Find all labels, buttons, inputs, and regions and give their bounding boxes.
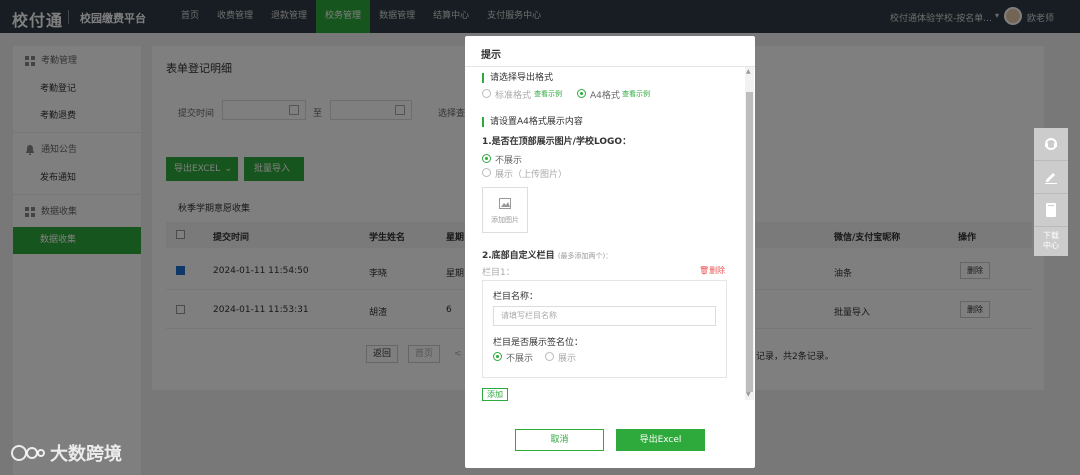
sign-hide-radio[interactable] bbox=[493, 352, 502, 361]
watermark-text: 大数跨境 bbox=[50, 444, 122, 465]
question-custom-columns-label: 2.底部自定义栏目 bbox=[482, 251, 555, 261]
logo-show-radio[interactable] bbox=[482, 168, 491, 177]
dialog-title: 提示 bbox=[481, 50, 501, 61]
export-dialog: 提示 请选择导出格式 标准格式 查看示例 A4格式 查看示例 请设置A4格式展示… bbox=[465, 36, 755, 468]
trash-icon: 🗑 bbox=[699, 266, 710, 275]
format-standard-radio[interactable] bbox=[482, 89, 491, 98]
show-sign-label: 栏目是否展示签名位： bbox=[493, 338, 584, 348]
sign-show-radio[interactable] bbox=[545, 352, 554, 361]
document-icon[interactable] bbox=[1034, 194, 1068, 227]
scroll-down-icon[interactable]: ▼ bbox=[746, 391, 751, 398]
question-custom-columns: 2.底部自定义栏目 (最多添加两个)： bbox=[482, 248, 612, 261]
dialog-scrollbar[interactable]: ▲ ▼ bbox=[745, 67, 754, 400]
delete-column-button[interactable]: 🗑删除 bbox=[699, 265, 725, 276]
question-hint: (最多添加两个)： bbox=[557, 252, 613, 260]
question-logo: 1.是否在顶部展示图片/学校LOGO： bbox=[482, 137, 632, 147]
add-column-button[interactable]: 添加 bbox=[482, 388, 508, 401]
scroll-up-icon[interactable]: ▲ bbox=[746, 68, 751, 75]
cancel-button[interactable]: 取消 bbox=[515, 429, 604, 451]
export-excel-confirm-button[interactable]: 导出Excel bbox=[616, 429, 705, 451]
logo-show-label[interactable]: 展示（上传图片） bbox=[495, 167, 567, 180]
view-example-link[interactable]: 查看示例 bbox=[534, 89, 562, 99]
logo-hide-label[interactable]: 不展示 bbox=[495, 153, 522, 166]
column-name-label: 栏目名称： bbox=[493, 292, 539, 302]
sign-hide-label[interactable]: 不展示 bbox=[506, 351, 533, 364]
watermark-logo-icon bbox=[11, 445, 45, 461]
add-image-label: 添加图片 bbox=[491, 216, 519, 224]
format-a4-label[interactable]: A4格式 bbox=[590, 88, 620, 101]
delete-label: 删除 bbox=[709, 266, 726, 275]
watermark: 大数跨境 bbox=[10, 440, 122, 466]
sign-show-label[interactable]: 展示 bbox=[558, 351, 576, 364]
column1-label: 栏目1： bbox=[482, 268, 515, 278]
a4-settings-section-label: 请设置A4格式展示内容 bbox=[482, 117, 583, 127]
format-a4-radio[interactable] bbox=[577, 89, 586, 98]
column1-settings-box: 栏目名称： 请填写栏目名称 栏目是否展示签名位： 不展示 展示 bbox=[482, 280, 727, 378]
scrollbar-thumb[interactable] bbox=[746, 92, 753, 392]
download-label: 中心 bbox=[1043, 241, 1059, 250]
customer-service-icon[interactable] bbox=[1034, 128, 1068, 161]
column-name-input[interactable]: 请填写栏目名称 bbox=[493, 306, 716, 326]
export-format-section-label: 请选择导出格式 bbox=[482, 73, 553, 83]
edit-icon[interactable] bbox=[1034, 161, 1068, 194]
logo-hide-radio[interactable] bbox=[482, 154, 491, 163]
download-label: 下载 bbox=[1043, 231, 1059, 240]
image-icon bbox=[499, 198, 511, 209]
add-image-upload[interactable]: 添加图片 bbox=[482, 187, 528, 233]
view-example-link[interactable]: 查看示例 bbox=[622, 89, 650, 99]
dialog-body: 请选择导出格式 标准格式 查看示例 A4格式 查看示例 请设置A4格式展示内容 … bbox=[465, 67, 755, 425]
format-standard-label[interactable]: 标准格式 bbox=[495, 88, 531, 101]
floating-toolbar: 下载 中心 bbox=[1034, 128, 1068, 256]
download-center-button[interactable]: 下载 中心 bbox=[1034, 227, 1068, 251]
